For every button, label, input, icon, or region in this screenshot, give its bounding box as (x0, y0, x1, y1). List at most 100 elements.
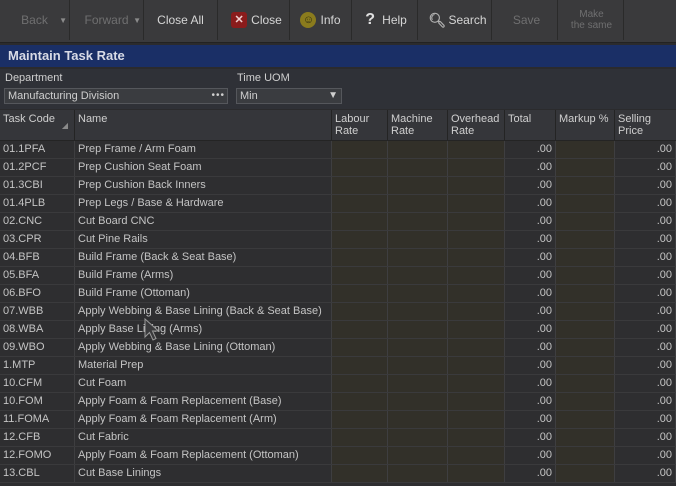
back-button[interactable]: Back ▼ (0, 0, 70, 40)
cell-name[interactable]: Apply Foam & Foam Replacement (Ottoman) (75, 447, 332, 464)
cell-total[interactable]: .00 (505, 339, 556, 356)
cell-name[interactable]: Cut Fabric (75, 429, 332, 446)
cell-empty[interactable] (388, 303, 448, 320)
cell-name[interactable]: Cut Board CNC (75, 213, 332, 230)
department-lookup-button[interactable]: ••• (211, 89, 225, 103)
table-row[interactable]: 01.3CBI Prep Cushion Back Inners .00 .00 (0, 177, 676, 195)
cell-empty[interactable] (388, 249, 448, 266)
cell-empty[interactable] (556, 177, 615, 194)
cell-total[interactable]: .00 (505, 357, 556, 374)
cell-total[interactable]: .00 (505, 465, 556, 482)
table-row[interactable]: 11.FOMA Apply Foam & Foam Replacement (Ar… (0, 411, 676, 429)
table-row[interactable]: 02.CNC Cut Board CNC .00 .00 (0, 213, 676, 231)
col-task-code[interactable]: Task Code ◢ (0, 110, 75, 140)
cell-price[interactable]: .00 (615, 141, 676, 158)
cell-empty[interactable] (332, 231, 388, 248)
cell-total[interactable]: .00 (505, 447, 556, 464)
cell-empty[interactable] (332, 321, 388, 338)
cell-name[interactable]: Material Prep (75, 357, 332, 374)
table-row[interactable]: 01.2PCF Prep Cushion Seat Foam .00 .00 (0, 159, 676, 177)
table-row[interactable]: 10.FOM Apply Foam & Foam Replacement (Bas… (0, 393, 676, 411)
cell-code[interactable]: 05.BFA (0, 267, 75, 284)
cell-empty[interactable] (448, 411, 505, 428)
cell-price[interactable]: .00 (615, 447, 676, 464)
cell-empty[interactable] (388, 159, 448, 176)
cell-empty[interactable] (332, 177, 388, 194)
cell-empty[interactable] (448, 195, 505, 212)
cell-empty[interactable] (448, 393, 505, 410)
cell-empty[interactable] (556, 249, 615, 266)
cell-empty[interactable] (332, 213, 388, 230)
cell-empty[interactable] (448, 159, 505, 176)
cell-price[interactable]: .00 (615, 249, 676, 266)
cell-empty[interactable] (388, 285, 448, 302)
cell-code[interactable]: 10.CFM (0, 375, 75, 392)
table-row[interactable]: 03.CPR Cut Pine Rails .00 .00 (0, 231, 676, 249)
cell-empty[interactable] (332, 303, 388, 320)
cell-empty[interactable] (448, 141, 505, 158)
table-row[interactable]: 12.FOMO Apply Foam & Foam Replacement (Ot… (0, 447, 676, 465)
cell-empty[interactable] (556, 465, 615, 482)
cell-total[interactable]: .00 (505, 411, 556, 428)
cell-price[interactable]: .00 (615, 231, 676, 248)
cell-empty[interactable] (332, 357, 388, 374)
cell-code[interactable]: 1.MTP (0, 357, 75, 374)
cell-name[interactable]: Apply Base Lining (Arms) (75, 321, 332, 338)
cell-total[interactable]: .00 (505, 429, 556, 446)
cell-total[interactable]: .00 (505, 231, 556, 248)
cell-empty[interactable] (448, 285, 505, 302)
cell-empty[interactable] (556, 393, 615, 410)
table-row[interactable]: 1.MTP Material Prep .00 .00 (0, 357, 676, 375)
cell-name[interactable]: Prep Frame / Arm Foam (75, 141, 332, 158)
cell-empty[interactable] (556, 321, 615, 338)
cell-name[interactable]: Cut Base Linings (75, 465, 332, 482)
cell-code[interactable]: 01.1PFA (0, 141, 75, 158)
cell-price[interactable]: .00 (615, 393, 676, 410)
cell-empty[interactable] (556, 231, 615, 248)
table-row[interactable]: 04.BFB Build Frame (Back & Seat Base) .00.… (0, 249, 676, 267)
cell-empty[interactable] (388, 267, 448, 284)
cell-empty[interactable] (332, 159, 388, 176)
cell-empty[interactable] (332, 411, 388, 428)
cell-total[interactable]: .00 (505, 141, 556, 158)
cell-empty[interactable] (448, 357, 505, 374)
cell-total[interactable]: .00 (505, 303, 556, 320)
cell-code[interactable]: 01.4PLB (0, 195, 75, 212)
cell-name[interactable]: Prep Cushion Back Inners (75, 177, 332, 194)
cell-code[interactable]: 07.WBB (0, 303, 75, 320)
cell-code[interactable]: 01.3CBI (0, 177, 75, 194)
cell-empty[interactable] (332, 141, 388, 158)
cell-empty[interactable] (388, 141, 448, 158)
col-name[interactable]: Name (75, 110, 332, 140)
cell-name[interactable]: Prep Cushion Seat Foam (75, 159, 332, 176)
department-field[interactable]: Manufacturing Division ••• (4, 88, 228, 104)
cell-price[interactable]: .00 (615, 285, 676, 302)
cell-price[interactable]: .00 (615, 159, 676, 176)
cell-empty[interactable] (448, 429, 505, 446)
cell-code[interactable]: 10.FOM (0, 393, 75, 410)
cell-price[interactable]: .00 (615, 267, 676, 284)
cell-price[interactable]: .00 (615, 411, 676, 428)
cell-total[interactable]: .00 (505, 159, 556, 176)
cell-price[interactable]: .00 (615, 177, 676, 194)
cell-code[interactable]: 12.FOMO (0, 447, 75, 464)
col-overhead-rate[interactable]: Overhead Rate (448, 110, 505, 140)
cell-price[interactable]: .00 (615, 213, 676, 230)
cell-empty[interactable] (388, 465, 448, 482)
cell-empty[interactable] (332, 195, 388, 212)
cell-empty[interactable] (388, 231, 448, 248)
cell-empty[interactable] (556, 375, 615, 392)
cell-empty[interactable] (448, 213, 505, 230)
cell-name[interactable]: Apply Foam & Foam Replacement (Arm) (75, 411, 332, 428)
cell-name[interactable]: Cut Foam (75, 375, 332, 392)
forward-button[interactable]: Forward ▼ (70, 0, 144, 40)
cell-empty[interactable] (448, 375, 505, 392)
cell-empty[interactable] (332, 429, 388, 446)
back-dropdown-icon[interactable]: ▼ (59, 16, 67, 25)
cell-code[interactable]: 13.CBL (0, 465, 75, 482)
cell-code[interactable]: 04.BFB (0, 249, 75, 266)
table-row[interactable]: 09.WBO Apply Webbing & Base Lining (Ottom… (0, 339, 676, 357)
cell-price[interactable]: .00 (615, 303, 676, 320)
cell-empty[interactable] (556, 195, 615, 212)
cell-empty[interactable] (388, 411, 448, 428)
